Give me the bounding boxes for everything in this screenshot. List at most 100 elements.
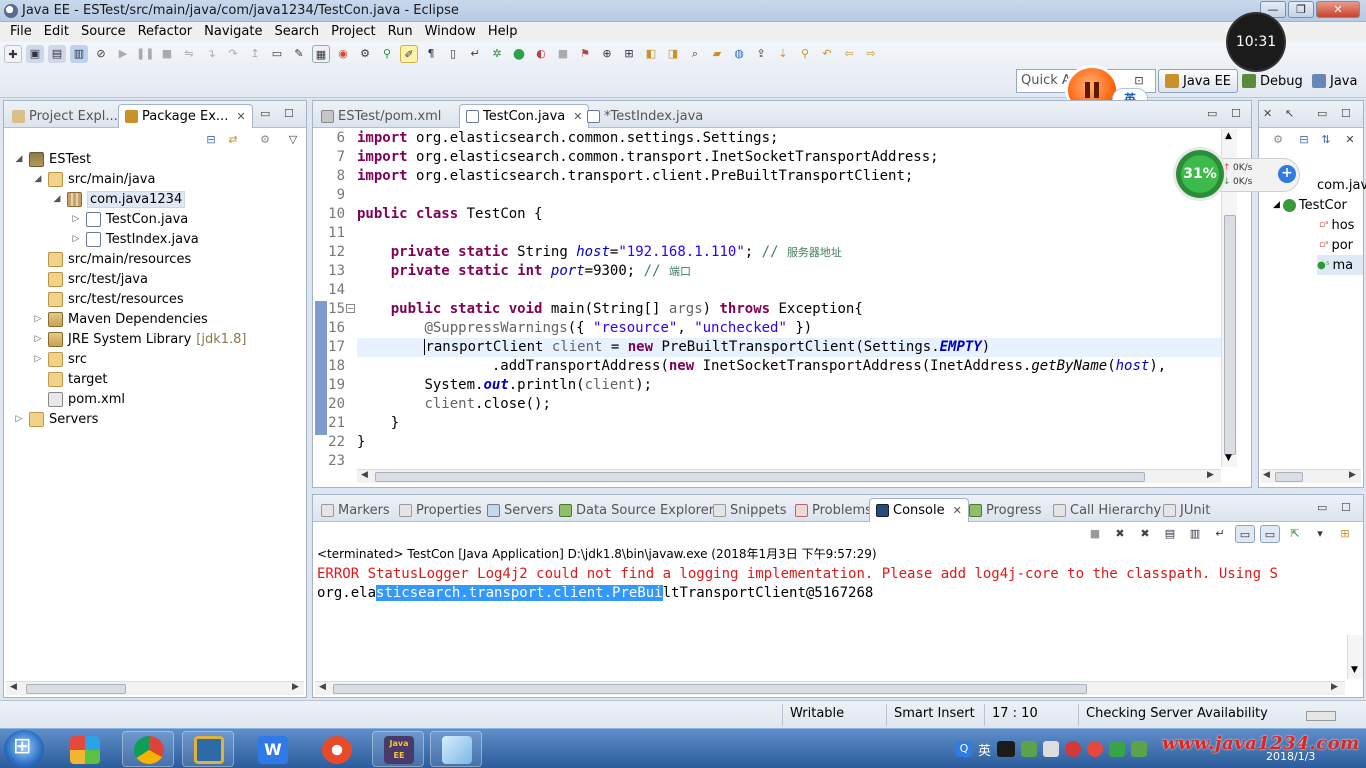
tree-item-src-test-java[interactable]: src/test/java — [33, 269, 148, 289]
tray-green-icon[interactable] — [1131, 741, 1148, 757]
view-toggle-icon[interactable]: ✕ — [1263, 107, 1272, 120]
expand-toggle-icon[interactable]: ▷ — [14, 414, 24, 424]
scroll-thumb[interactable] — [26, 684, 126, 694]
maximize-button[interactable]: ❐ — [1288, 1, 1314, 18]
tab-progress[interactable]: Progress — [963, 498, 1047, 522]
new-icon[interactable]: ✚ — [4, 45, 22, 63]
open-type-icon[interactable]: ◧ — [642, 45, 660, 63]
tree-item-maven-dependencies[interactable]: ▷ Maven Dependencies — [33, 309, 208, 329]
remove-launch-icon[interactable]: ✖ — [1110, 525, 1130, 543]
network-icon[interactable] — [1043, 741, 1060, 757]
tab-pom-xml[interactable]: ESTest/pom.xml — [315, 104, 447, 128]
terminate-icon[interactable]: ■ — [1085, 525, 1105, 543]
tab-markers[interactable]: Markers — [315, 498, 396, 522]
tab-call-hierarchy[interactable]: Call Hierarchy — [1047, 498, 1167, 522]
tree-item-src-main-java[interactable]: ◢ src/main/java — [33, 169, 155, 189]
tree-item-pom-xml[interactable]: pom.xml — [33, 389, 125, 409]
menu-file[interactable]: File — [4, 22, 38, 42]
tree-item-src-test-resources[interactable]: src/test/resources — [33, 289, 184, 309]
run-icon[interactable]: ● — [510, 45, 528, 63]
maximize-view-icon[interactable]: ☐ — [1231, 107, 1241, 120]
collapse-all-icon[interactable]: ⊟ — [202, 131, 220, 149]
editor-hscrollbar[interactable]: ◀ ▶ — [357, 469, 1221, 483]
scroll-left-icon[interactable]: ◀ — [1263, 470, 1270, 480]
show-on-error-icon[interactable]: ▭ — [1260, 525, 1280, 543]
hide-static-icon[interactable]: ✕ — [1341, 131, 1359, 149]
scroll-thumb[interactable] — [1224, 215, 1236, 455]
menu-help[interactable]: Help — [482, 22, 524, 42]
tray-ime-indicator[interactable]: 英 — [978, 740, 991, 759]
fold-toggle-icon[interactable]: − — [346, 304, 355, 313]
maximize-view-icon[interactable]: ☐ — [1341, 107, 1351, 120]
menu-edit[interactable]: Edit — [38, 22, 75, 42]
view-menu-icon[interactable]: ⚙ — [256, 131, 274, 149]
tree-item-estest[interactable]: ◢ ESTest — [14, 149, 91, 169]
tree-item-src-main-resources[interactable]: src/main/resources — [33, 249, 191, 269]
nvidia-icon[interactable] — [1021, 741, 1038, 757]
tray-app-icon[interactable] — [1087, 741, 1104, 757]
scroll-right-icon[interactable]: ▶ — [1207, 470, 1214, 480]
perspective-debug[interactable]: Debug — [1236, 69, 1309, 93]
tree-item-servers[interactable]: ▷ Servers — [14, 409, 98, 429]
perspective-java-ee[interactable]: Java EE — [1158, 69, 1239, 93]
scroll-thumb[interactable] — [375, 472, 1145, 482]
package-explorer-hscrollbar[interactable]: ◀ ▶ — [6, 681, 304, 695]
ime-search-icon[interactable]: Q — [956, 741, 972, 757]
tree-item-src[interactable]: ▷ src — [33, 349, 87, 369]
plus-icon[interactable]: + — [1278, 165, 1296, 183]
tab-properties[interactable]: Properties — [393, 498, 488, 522]
tab-junit[interactable]: JUnit — [1157, 498, 1216, 522]
toggle-mark-icon[interactable]: ✎ — [290, 45, 308, 63]
disconnect-icon[interactable]: ⇋ — [180, 45, 198, 63]
scroll-left-icon[interactable]: ◀ — [319, 682, 326, 692]
show-whitespace-icon[interactable]: ¶ — [422, 45, 440, 63]
highlight-icon[interactable]: ✐ — [400, 45, 418, 63]
tray-date[interactable]: 2018/1/3 — [1266, 750, 1315, 763]
scroll-lock-icon[interactable]: ▥ — [1185, 525, 1205, 543]
expand-toggle-icon[interactable]: ▷ — [71, 214, 81, 224]
minimize-view-icon[interactable]: ▭ — [1207, 107, 1217, 120]
display-console-icon[interactable]: ▾ — [1310, 525, 1330, 543]
minimize-view-icon[interactable]: ▭ — [1317, 501, 1327, 514]
scroll-right-icon[interactable]: ▶ — [292, 682, 299, 692]
tab-project-explorer[interactable]: Project Expl... — [6, 104, 124, 128]
save-icon[interactable]: ▣ — [26, 45, 44, 63]
menu-project[interactable]: Project — [325, 22, 381, 42]
scroll-up-icon[interactable]: ▲ — [1225, 131, 1232, 141]
tab-testcon-java[interactable]: TestCon.java ✕ — [459, 104, 590, 128]
scroll-down-icon[interactable]: ▼ — [1225, 453, 1232, 463]
scroll-left-icon[interactable]: ◀ — [10, 682, 17, 692]
menu-window[interactable]: Window — [419, 22, 482, 42]
scroll-thumb[interactable] — [333, 684, 1087, 694]
view-dropdown-icon[interactable]: ▽ — [284, 131, 302, 149]
show-on-output-icon[interactable]: ▭ — [1235, 525, 1255, 543]
print-icon[interactable]: ▥ — [70, 45, 88, 63]
next-annotation-icon[interactable]: ⚲ — [378, 45, 396, 63]
memory-gauge[interactable]: 31% — [1176, 150, 1224, 198]
tab-console[interactable]: Console ✕ — [869, 498, 969, 522]
status-background-task[interactable]: Checking Server Availability — [1086, 706, 1268, 721]
folder-icon[interactable]: ▰ — [708, 45, 726, 63]
step-over-icon[interactable]: ↷ — [224, 45, 242, 63]
outline-item-package[interactable]: com.jav — [1317, 175, 1366, 195]
expand-toggle-icon[interactable]: ◢ — [1273, 200, 1280, 210]
tree-item-target[interactable]: target — [33, 369, 108, 389]
perspective-java[interactable]: Java — [1306, 69, 1363, 93]
scroll-right-icon[interactable]: ▶ — [1349, 470, 1356, 480]
new-package-icon[interactable]: ⊞ — [620, 45, 638, 63]
code-text-area[interactable]: import org.elasticsearch.common.settings… — [357, 129, 1223, 467]
back-icon[interactable]: ⇦ — [840, 45, 858, 63]
stop-icon[interactable]: ■ — [554, 45, 572, 63]
pin-console-icon[interactable]: ⇱ — [1285, 525, 1305, 543]
step-into-icon[interactable]: ↴ — [202, 45, 220, 63]
server-icon[interactable]: ⚙ — [356, 45, 374, 63]
tree-item-jre-system-library[interactable]: ▷ JRE System Library [jdk1.8] — [33, 329, 247, 349]
remove-all-launches-icon[interactable]: ✖ — [1135, 525, 1155, 543]
tree-item-com-java1234[interactable]: ◢ com.java1234 — [52, 189, 186, 209]
link-with-editor-icon[interactable]: ⇄ — [224, 131, 242, 149]
tab-servers[interactable]: Servers — [481, 498, 559, 522]
hide-fields-icon[interactable]: ⚙ — [1269, 131, 1287, 149]
search-icon[interactable]: ⌕ — [686, 45, 704, 63]
word-wrap-icon[interactable]: ↵ — [466, 45, 484, 63]
minimize-view-icon[interactable]: ▭ — [260, 107, 270, 120]
